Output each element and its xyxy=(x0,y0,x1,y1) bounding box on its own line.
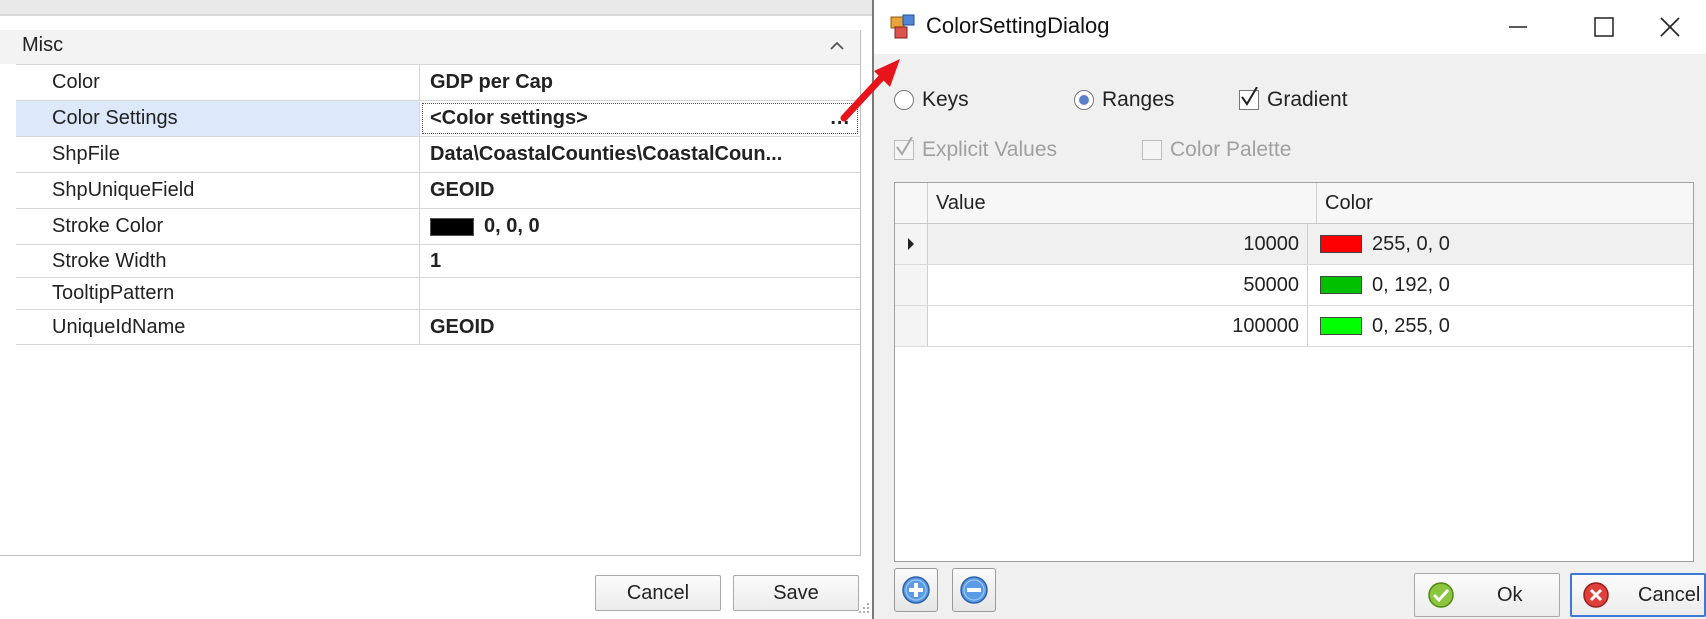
property-value[interactable]: GEOID xyxy=(420,310,860,344)
save-button[interactable]: Save xyxy=(733,575,859,611)
color-palette-checkbox[interactable]: Color Palette xyxy=(1142,138,1291,162)
property-value[interactable]: GDP per Cap xyxy=(420,65,860,100)
row-selector[interactable] xyxy=(895,306,928,346)
value-cell[interactable]: 50000 xyxy=(928,265,1308,305)
color-cell-text: 0, 255, 0 xyxy=(1372,314,1450,337)
maximize-icon xyxy=(1594,17,1614,37)
category-header-misc[interactable]: Misc xyxy=(0,30,860,64)
property-value[interactable]: <Color settings> xyxy=(420,101,860,136)
minimize-icon xyxy=(1509,26,1527,28)
dialog-cancel-button[interactable]: Cancel xyxy=(1570,573,1706,617)
top-strip xyxy=(0,0,872,16)
property-row-stroke-color[interactable]: Stroke Color 0, 0, 0 xyxy=(16,208,860,244)
explicit-values-label: Explicit Values xyxy=(922,138,1058,161)
property-row-color[interactable]: Color GDP per Cap xyxy=(16,64,860,100)
keys-label: Keys xyxy=(922,88,969,111)
x-circle-icon xyxy=(1583,582,1609,608)
color-grid: Value Color 10000 255, 0, 0 50000 0, 192… xyxy=(894,182,1694,562)
property-value[interactable]: GEOID xyxy=(420,173,860,208)
ranges-label: Ranges xyxy=(1102,88,1175,111)
property-name: Stroke Width xyxy=(16,245,420,277)
property-name: TooltipPattern xyxy=(16,278,420,309)
table-row[interactable]: 10000 255, 0, 0 xyxy=(895,224,1693,265)
color-swatch xyxy=(1320,317,1362,335)
color-cell[interactable]: 0, 255, 0 xyxy=(1308,306,1693,346)
table-row[interactable]: 100000 0, 255, 0 xyxy=(895,306,1693,347)
minimize-button[interactable] xyxy=(1488,8,1548,46)
cancel-button[interactable]: Cancel xyxy=(595,575,721,611)
property-row-color-settings[interactable]: Color Settings <Color settings> ... xyxy=(16,100,860,136)
color-palette-label: Color Palette xyxy=(1170,138,1292,161)
property-name: ShpFile xyxy=(16,137,420,172)
property-grid: Misc Color GDP per Cap Color Settings <C… xyxy=(0,30,861,556)
checkbox-box[interactable] xyxy=(1142,140,1162,160)
plus-circle-icon xyxy=(902,576,930,604)
value-column-header[interactable]: Value xyxy=(928,183,1317,223)
checkmark-icon xyxy=(1241,87,1258,106)
value-cell[interactable]: 10000 xyxy=(928,224,1308,264)
row-selector[interactable] xyxy=(895,224,928,264)
remove-row-button[interactable] xyxy=(952,568,996,612)
maximize-button[interactable] xyxy=(1574,8,1634,46)
title-bar[interactable]: ColorSettingDialog xyxy=(874,0,1706,54)
property-name: ShpUniqueField xyxy=(16,173,420,208)
resize-grip-icon[interactable] xyxy=(857,601,871,615)
property-row-tooltippattern[interactable]: TooltipPattern xyxy=(16,277,860,309)
color-cell-text: 255, 0, 0 xyxy=(1372,232,1450,255)
checkmark-icon xyxy=(896,137,913,156)
checkbox-box[interactable] xyxy=(1239,87,1259,110)
check-circle-icon xyxy=(1428,582,1454,608)
form-icon xyxy=(890,14,915,39)
property-name: Color xyxy=(16,65,420,100)
property-value[interactable] xyxy=(420,278,860,309)
category-label: Misc xyxy=(22,34,64,56)
color-setting-dialog: ColorSettingDialog Keys Ranges Gradient … xyxy=(874,0,1706,619)
explicit-values-checkbox[interactable]: Explicit Values xyxy=(894,137,1058,162)
gradient-label: Gradient xyxy=(1267,88,1348,111)
color-swatch xyxy=(1320,276,1362,294)
property-value[interactable]: Data\CoastalCounties\CoastalCoun... xyxy=(420,137,860,172)
property-row-shpuniquefield[interactable]: ShpUniqueField GEOID xyxy=(16,172,860,208)
color-swatch xyxy=(430,217,474,236)
close-icon xyxy=(1660,17,1680,37)
grid-body: 10000 255, 0, 0 50000 0, 192, 0 100000 0… xyxy=(895,224,1693,347)
property-name: Stroke Color xyxy=(16,209,420,244)
stroke-color-text: 0, 0, 0 xyxy=(484,215,540,237)
value-cell[interactable]: 100000 xyxy=(928,306,1308,346)
chevron-up-icon[interactable] xyxy=(826,35,848,57)
red-arrow-icon xyxy=(840,59,900,122)
triangle-right-icon xyxy=(908,238,914,250)
ranges-radio[interactable]: Ranges xyxy=(1074,88,1174,112)
property-row-uniqueidname[interactable]: UniqueIdName GEOID xyxy=(16,309,860,345)
color-cell-text: 0, 192, 0 xyxy=(1372,273,1450,296)
grid-header: Value Color xyxy=(895,183,1693,224)
property-row-shpfile[interactable]: ShpFile Data\CoastalCounties\CoastalCoun… xyxy=(16,136,860,172)
property-row-stroke-width[interactable]: Stroke Width 1 xyxy=(16,244,860,277)
dialog-title: ColorSettingDialog xyxy=(926,13,1110,38)
property-value[interactable]: 1 xyxy=(420,245,860,277)
property-panel: Misc Color GDP per Cap Color Settings <C… xyxy=(0,0,872,619)
close-button[interactable] xyxy=(1640,8,1700,46)
cancel-label: Cancel xyxy=(1638,583,1701,606)
property-value[interactable]: 0, 0, 0 xyxy=(420,209,860,244)
gradient-checkbox[interactable]: Gradient xyxy=(1239,87,1348,112)
row-selector-header[interactable] xyxy=(895,183,928,223)
table-row[interactable]: 50000 0, 192, 0 xyxy=(895,265,1693,306)
color-cell[interactable]: 255, 0, 0 xyxy=(1308,224,1693,264)
checkbox-box[interactable] xyxy=(894,137,914,160)
ok-button[interactable]: Ok xyxy=(1414,573,1560,617)
radio-circle[interactable] xyxy=(1074,90,1094,110)
property-name: UniqueIdName xyxy=(16,310,420,344)
minus-circle-icon xyxy=(960,576,988,604)
property-name: Color Settings xyxy=(16,101,420,136)
add-row-button[interactable] xyxy=(894,568,938,612)
color-cell[interactable]: 0, 192, 0 xyxy=(1308,265,1693,305)
ok-label: Ok xyxy=(1497,583,1523,606)
color-column-header[interactable]: Color xyxy=(1317,183,1693,223)
property-rows: Color GDP per Cap Color Settings <Color … xyxy=(16,64,860,345)
color-swatch xyxy=(1320,235,1362,253)
row-selector[interactable] xyxy=(895,265,928,305)
